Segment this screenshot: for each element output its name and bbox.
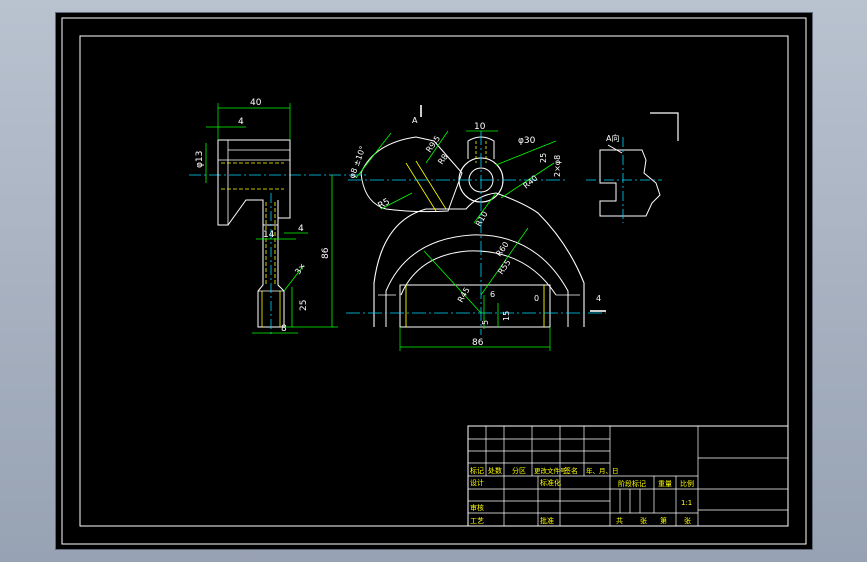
tb-header: 更改文件号 [534,466,567,475]
dim-side-14: 14 [263,230,275,240]
view-a-arrow [607,144,623,154]
tb-header: 标记 [470,466,484,475]
side-view: 40 4 φ13 14 4 3× 86 25 8 [189,98,366,335]
inner-border [79,35,789,527]
tb-weight: 重量 [658,480,672,488]
dim-hole-callout: 2×φ8 [553,155,562,177]
dim-front-mark-left: 0 [534,294,539,303]
view-a-outline [599,149,661,217]
dim-front-angle: φ8 ±10° [347,145,367,180]
dim-front-r60: R60 [494,240,510,258]
dim-side-4-top: 4 [238,117,244,127]
tb-design: 设计 [470,478,484,487]
dim-side-height: 86 [321,247,331,259]
tb-sheet-unit: 张 [684,516,691,525]
tb-standardization: 标准化 [540,478,561,487]
title-block: 标记 处数 分区 更改文件号 签名 年、月、日 设计 标准化 审核 工艺 批准 … [467,425,789,527]
view-a-corner-mark [650,112,679,141]
outer-border [61,17,807,545]
section-label: A [412,116,418,125]
dim-front-r10: R10 [474,210,490,228]
front-arch-bore [400,250,557,296]
tb-header: 签名 [564,466,578,475]
front-lever-arm [360,136,463,213]
tb-sheet-of: 张 [640,516,647,525]
view-a-label: A向 [606,133,619,143]
tb-sheets-total: 共 [616,516,623,525]
dim-front-5: 5 [481,320,490,325]
tb-header: 处数 [488,466,502,475]
tb-process: 工艺 [470,517,484,525]
dim-front-r55: R55 [496,258,512,276]
dim-front-r40: R40 [522,174,540,191]
dim-leader [423,250,482,314]
dim-front-mark-right: 4 [596,294,601,303]
dim-side-4-mid: 4 [298,224,304,234]
dim-front-15: 15 [502,311,511,321]
dim-side-chamfer: 3× [293,261,307,276]
dim-front-10: 10 [474,122,486,132]
tb-review: 审核 [470,503,484,512]
tb-stage-mark: 阶段标记 [618,479,646,488]
dim-front-6: 6 [490,290,495,299]
tb-scale-label: 比例 [680,479,694,488]
dim-front-r8: R8 [436,152,449,166]
dim-side-25: 25 [299,300,309,311]
view-a: A向 [586,112,679,223]
tb-approve: 批准 [540,516,554,525]
dim-front-width: 86 [472,338,484,348]
cad-viewport[interactable]: 40 4 φ13 14 4 3× 86 25 8 A 10 φ30 φ8 ±10… [56,13,812,549]
dim-side-dia: φ13 [195,151,205,168]
tb-header: 年、月、日 [586,466,619,475]
dim-side-8: 8 [281,324,287,334]
front-view: A 10 φ30 φ8 ±10° R5 R9.5 R8 R10 R40 R60 … [346,105,606,351]
dim-front-25: 25 [539,153,548,163]
cad-drawing: 40 4 φ13 14 4 3× 86 25 8 A 10 φ30 φ8 ±10… [61,17,807,545]
dim-front-dia: φ30 [518,136,536,146]
tb-sheet-num: 第 [660,516,667,525]
dim-side-width: 40 [250,98,262,108]
front-lever-slot [405,162,437,212]
front-lever-slot [415,160,447,210]
tb-scale-value: 1:1 [681,499,692,507]
side-body-outline [217,139,291,226]
tb-header: 分区 [512,466,526,475]
